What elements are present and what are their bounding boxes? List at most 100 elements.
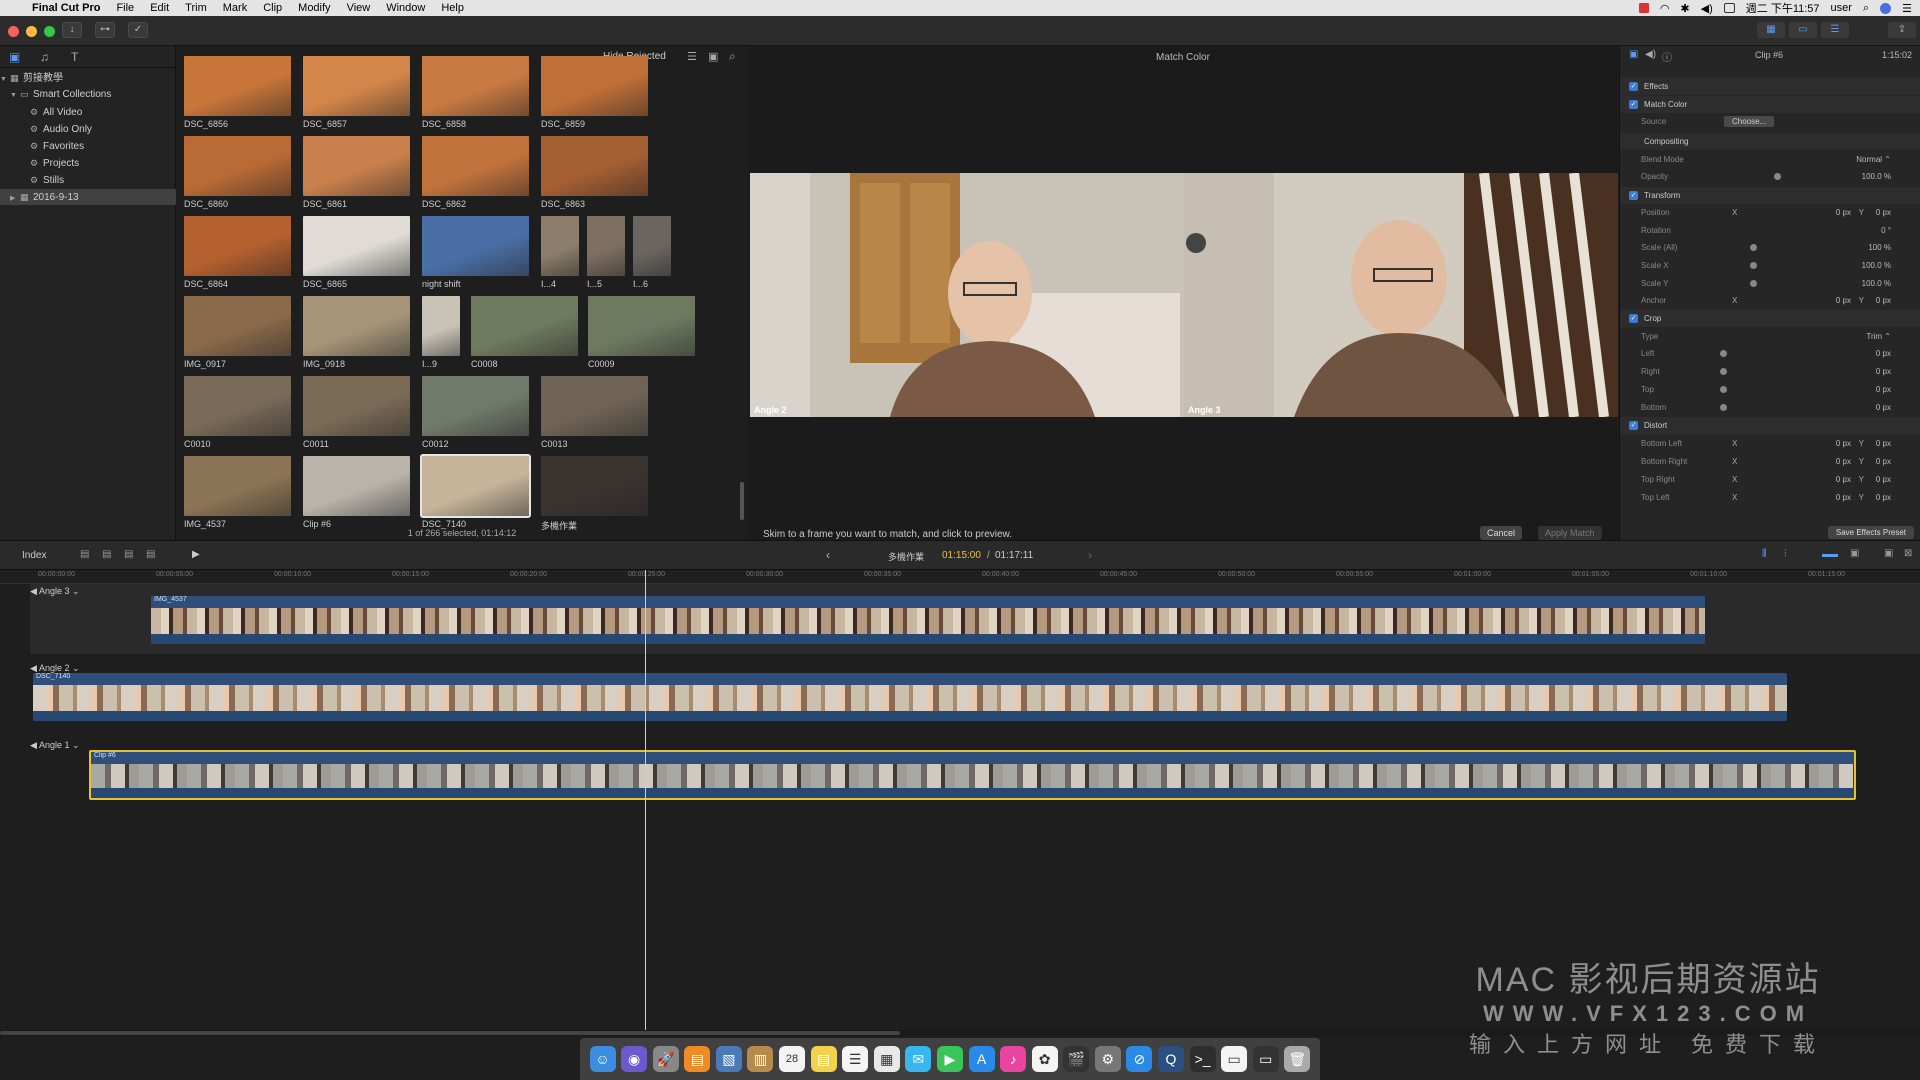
audio-skimming-icon[interactable]: ⫶ [1784, 548, 1787, 561]
value-field[interactable]: 0 px [1876, 489, 1891, 506]
clip-thumbnail[interactable]: DSC_6865 [303, 216, 410, 289]
clock[interactable]: 週二 下午11:57 [1746, 0, 1820, 16]
library-item[interactable]: ▼ ▦ 剪接教學 [0, 70, 176, 86]
menu-clip[interactable]: Clip [255, 2, 290, 14]
show-timeline-button[interactable]: ▭ [1789, 22, 1817, 38]
contacts-icon[interactable]: ▥ [747, 1046, 774, 1072]
value-x-field[interactable]: 0 px [1836, 471, 1851, 488]
photos2-icon[interactable]: ✿ [1031, 1046, 1058, 1072]
photos-audio-tab-icon[interactable]: ♫ [40, 50, 49, 64]
clip-thumbnail[interactable]: C0011 [303, 376, 410, 449]
clip-thumbnail[interactable]: IMG_0918 [303, 296, 410, 369]
inspector-row[interactable]: ✓ Crop [1620, 310, 1920, 327]
collection-projects[interactable]: ⚙ Projects [0, 155, 176, 171]
bluetooth-icon[interactable]: ✱ [1680, 2, 1689, 15]
safari-icon[interactable]: ⊘ [1126, 1046, 1153, 1072]
user-menu[interactable]: user [1831, 2, 1852, 14]
browser-scrollbar[interactable] [740, 482, 744, 520]
list-view-icon[interactable]: ☰ [687, 50, 697, 63]
docs-icon[interactable]: ▭ [1221, 1046, 1248, 1072]
inspector-row[interactable]: Scale X 100.0 % [1620, 257, 1920, 274]
value-field[interactable]: 0 px [1876, 453, 1891, 470]
value-field[interactable]: 0 px [1876, 363, 1891, 380]
index-button[interactable]: Index [22, 550, 46, 561]
battery-icon[interactable] [1723, 3, 1735, 13]
quicktime-icon[interactable]: Q [1157, 1046, 1184, 1072]
notes-icon[interactable]: ▤ [810, 1046, 837, 1072]
checkbox-icon[interactable]: ✓ [1629, 82, 1638, 91]
inspector-row[interactable]: ✓ Match Color [1620, 96, 1920, 113]
value-field[interactable]: 0 px [1876, 204, 1891, 221]
clip-thumbnail[interactable]: I...5 [587, 216, 625, 289]
notification-center-icon[interactable]: ☰ [1902, 2, 1912, 15]
ibooks-icon[interactable]: ▤ [684, 1046, 711, 1072]
value-field[interactable]: Normal ⌃ [1856, 151, 1891, 168]
inspector-row[interactable]: Scale (All) 100 % [1620, 239, 1920, 256]
facetime-icon[interactable]: ▶ [936, 1046, 963, 1072]
appstore-icon[interactable]: A [968, 1046, 995, 1072]
clip-thumbnail[interactable]: IMG_0917 [184, 296, 291, 369]
clip-appearance-timeline-icon[interactable]: ▣ [1850, 548, 1859, 559]
playhead[interactable] [645, 570, 646, 1030]
checkbox-icon[interactable]: ✓ [1629, 191, 1638, 200]
collection-stills[interactable]: ⚙ Stills [0, 172, 176, 188]
siri-icon[interactable]: ◉ [621, 1046, 648, 1072]
menu-file[interactable]: File [108, 2, 142, 14]
value-x-field[interactable]: 0 px [1836, 204, 1851, 221]
apply-match-button[interactable]: Apply Match [1538, 526, 1602, 540]
value-field[interactable]: 0 px [1876, 381, 1891, 398]
inspector-row[interactable]: Right 0 px [1620, 363, 1920, 380]
transitions-browser-icon[interactable]: ⊠ [1904, 548, 1912, 559]
angle-3-clip[interactable]: IMG_4537 [151, 596, 1705, 644]
collection-all-video[interactable]: ⚙ All Video [0, 104, 176, 120]
menu-trim[interactable]: Trim [177, 2, 215, 14]
insert-clip-icon[interactable]: ▤ [102, 549, 111, 560]
value-field[interactable]: 0 px [1876, 399, 1891, 416]
systemprefs-icon[interactable]: ⚙ [1094, 1046, 1121, 1072]
itunes-icon[interactable]: ♪ [1000, 1046, 1027, 1072]
angle-3-preview[interactable]: Angle 3 [1184, 173, 1618, 417]
inspector-row[interactable]: Scale Y 100.0 % [1620, 275, 1920, 292]
inspector-row[interactable]: Bottom Left X 0 px Y 0 px [1620, 435, 1920, 452]
clip-thumbnail[interactable]: IMG_4537 [184, 456, 291, 529]
share-button[interactable]: ⇪ [1888, 22, 1916, 38]
smart-collections[interactable]: ▼ ▭ Smart Collections [0, 86, 176, 102]
value-slider[interactable] [1720, 386, 1727, 393]
close-window-icon[interactable] [8, 26, 19, 37]
inspector-row[interactable]: ✓ Effects [1620, 78, 1920, 95]
inspector-row[interactable]: Type Trim ⌃ [1620, 328, 1920, 345]
clip-thumbnail[interactable]: C0013 [541, 376, 648, 449]
trash-icon[interactable]: 🗑 [1284, 1046, 1311, 1072]
value-field[interactable]: 0 px [1876, 345, 1891, 362]
terminal-icon[interactable]: >_ [1189, 1046, 1216, 1072]
clip-thumbnail[interactable]: DSC_6857 [303, 56, 410, 129]
clip-thumbnail[interactable]: Clip #6 [303, 456, 410, 529]
history-forward-icon[interactable]: › [1088, 548, 1092, 562]
clip-thumbnail[interactable]: DSC_6864 [184, 216, 291, 289]
photos-icon[interactable]: ▦ [873, 1046, 900, 1072]
menu-view[interactable]: View [339, 2, 379, 14]
value-x-field[interactable]: 0 px [1836, 435, 1851, 452]
clip-thumbnail[interactable]: DSC_6858 [422, 56, 529, 129]
connect-clip-icon[interactable]: ▤ [80, 549, 89, 560]
event-item[interactable]: ▶ ▦ 2016-9-13 [0, 189, 176, 205]
clip-thumbnail[interactable]: I...6 [633, 216, 671, 289]
fullscreen-window-icon[interactable] [44, 26, 55, 37]
value-field[interactable]: 0 px [1876, 471, 1891, 488]
keyword-button[interactable]: ⊶ [95, 22, 115, 38]
menu-help[interactable]: Help [433, 2, 472, 14]
clip-thumbnail[interactable]: C0012 [422, 376, 529, 449]
angle-1-clip[interactable]: Clip #6 [89, 750, 1856, 800]
inspector-row[interactable]: ✓ Distort [1620, 417, 1920, 434]
value-slider[interactable] [1750, 244, 1757, 251]
menu-modify[interactable]: Modify [290, 2, 338, 14]
effects-browser-icon[interactable]: ▣ [1884, 548, 1893, 559]
display-icon[interactable]: ▭ [1252, 1046, 1279, 1072]
video-inspector-icon[interactable]: ▣ [1629, 49, 1638, 60]
value-slider[interactable] [1720, 368, 1727, 375]
record-icon[interactable] [1638, 3, 1649, 13]
preview-icon[interactable]: ▧ [715, 1046, 742, 1072]
clip-thumbnail[interactable]: DSC_6863 [541, 136, 648, 209]
inspector-row[interactable]: Opacity 100.0 % [1620, 168, 1920, 185]
angle-1-header[interactable]: ◀ Angle 1 ⌄ [30, 740, 80, 751]
